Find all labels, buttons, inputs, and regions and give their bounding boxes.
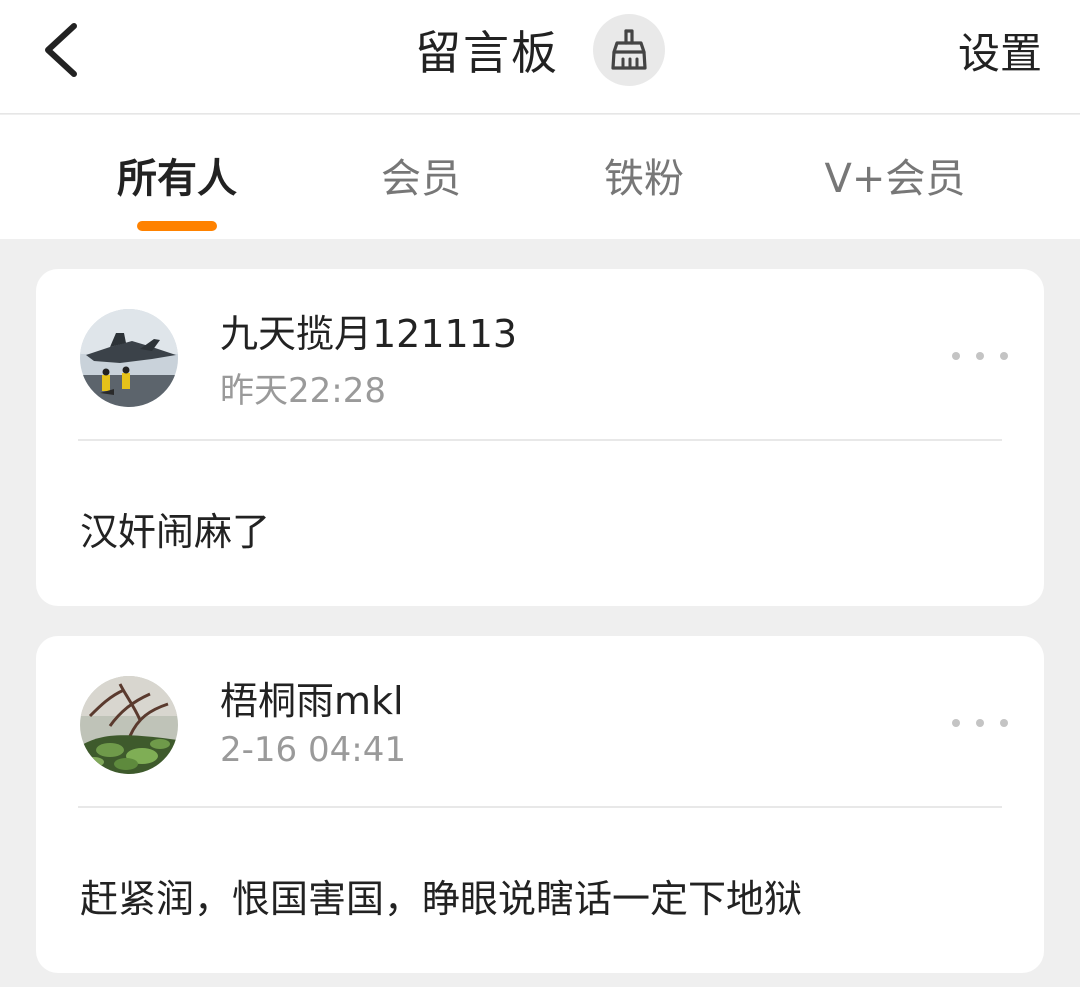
more-dots-icon [952,719,960,727]
more-dots-icon [952,352,960,360]
tab-all[interactable]: 所有人 [100,145,254,205]
clean-button[interactable] [593,14,665,86]
more-options-button[interactable] [952,708,1008,738]
username[interactable]: 梧桐雨mkl [220,670,404,725]
more-options-button[interactable] [952,341,1008,371]
settings-button[interactable]: 设置 [958,18,1042,82]
avatar[interactable] [80,676,178,774]
top-bar: 留言板 设置 [0,0,1080,114]
tab-members[interactable]: 会员 [357,145,485,205]
tab-v-plus-members[interactable]: V+会员 [800,145,990,205]
page-title: 留言板 [415,26,559,80]
more-dot [976,352,984,360]
username[interactable]: 九天揽月121113 [220,303,517,358]
more-dot [1000,719,1008,727]
timestamp: 2-16 04:41 [220,730,406,770]
more-dot [1000,352,1008,360]
message-card: 九天揽月121113 昨天22:28 汉奸闹麻了 [36,269,1044,606]
message-text: 汉奸闹麻了 [80,510,271,554]
timestamp: 昨天22:28 [220,371,386,411]
divider [78,439,1002,441]
active-tab-indicator [137,221,217,231]
more-dot [976,719,984,727]
title-area: 留言板 [0,0,1080,100]
avatar[interactable] [80,309,178,407]
tab-bar: 所有人 会员 铁粉 V+会员 [0,115,1080,239]
broom-icon [611,29,647,70]
plant-avatar-image [80,676,178,774]
message-text: 赶紧润，恨国害国，睁眼说瞎话一定下地狱 [80,877,803,921]
fighter-jet-avatar-image [80,309,178,407]
message-card: 梧桐雨mkl 2-16 04:41 赶紧润，恨国害国，睁眼说瞎话一定下地狱 [36,636,1044,973]
tab-iron-fans[interactable]: 铁粉 [580,145,708,205]
divider [78,806,1002,808]
